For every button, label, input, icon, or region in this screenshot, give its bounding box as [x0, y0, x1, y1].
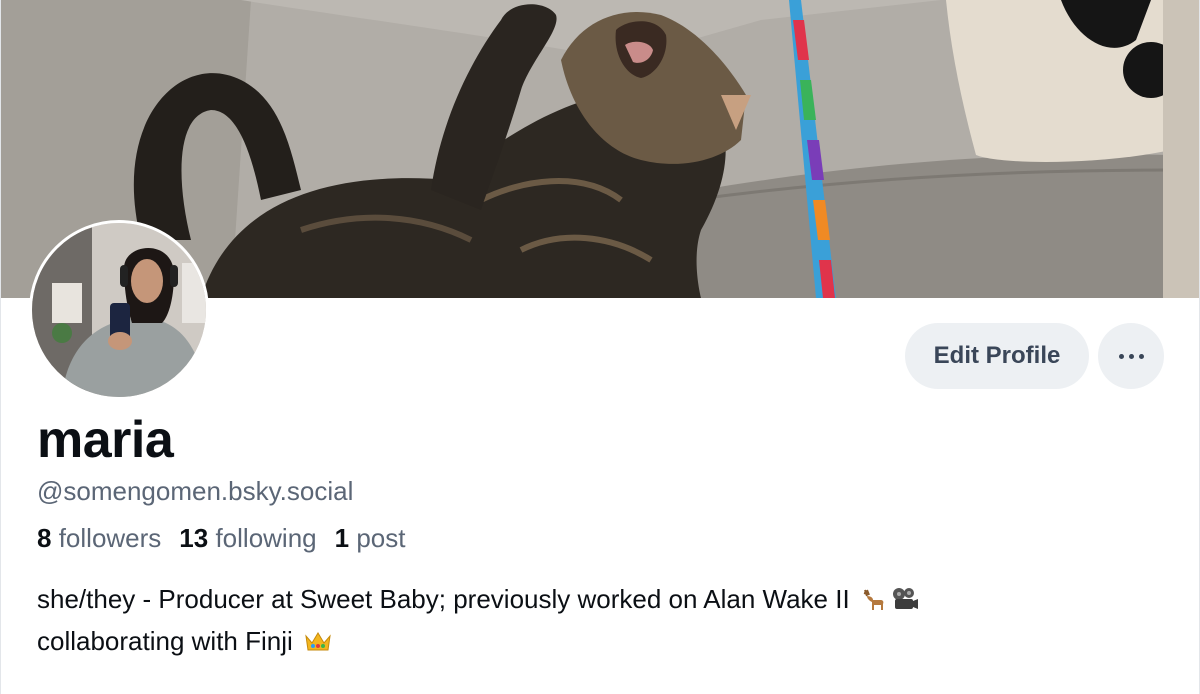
posts-stat: 1 post — [335, 523, 406, 554]
display-name: maria — [37, 411, 174, 469]
bio-line-2: collaborating with Finji — [37, 622, 1157, 664]
profile-bio: she/they - Producer at Sweet Baby; previ… — [37, 580, 1157, 664]
crown-emoji — [304, 626, 332, 664]
bio-line-1: she/they - Producer at Sweet Baby; previ… — [37, 580, 1157, 622]
avatar-illustration — [32, 223, 206, 397]
profile-stats: 8 followers 13 following 1 post — [37, 523, 405, 554]
profile-avatar[interactable] — [29, 220, 209, 400]
profile-page: Edit Profile maria @somengomen.bsky.soci… — [0, 0, 1200, 694]
following-count: 13 — [179, 523, 209, 553]
followers-link[interactable]: 8 followers — [37, 523, 161, 554]
posts-count: 1 — [334, 523, 350, 553]
following-link[interactable]: 13 following — [179, 523, 316, 554]
posts-label: post — [356, 523, 406, 553]
ellipsis-icon — [1118, 353, 1144, 359]
followers-label: followers — [58, 523, 162, 553]
profile-handle: @somengomen.bsky.social — [37, 476, 354, 506]
followers-count: 8 — [37, 523, 52, 553]
deer-emoji — [861, 584, 887, 622]
bio-text-2: collaborating with Finji — [37, 626, 293, 656]
bio-text-1: she/they - Producer at Sweet Baby; previ… — [37, 584, 850, 614]
more-options-button[interactable] — [1098, 323, 1164, 389]
edit-profile-button[interactable]: Edit Profile — [905, 323, 1089, 389]
following-label: following — [215, 523, 317, 553]
film-projector-emoji — [891, 584, 919, 622]
